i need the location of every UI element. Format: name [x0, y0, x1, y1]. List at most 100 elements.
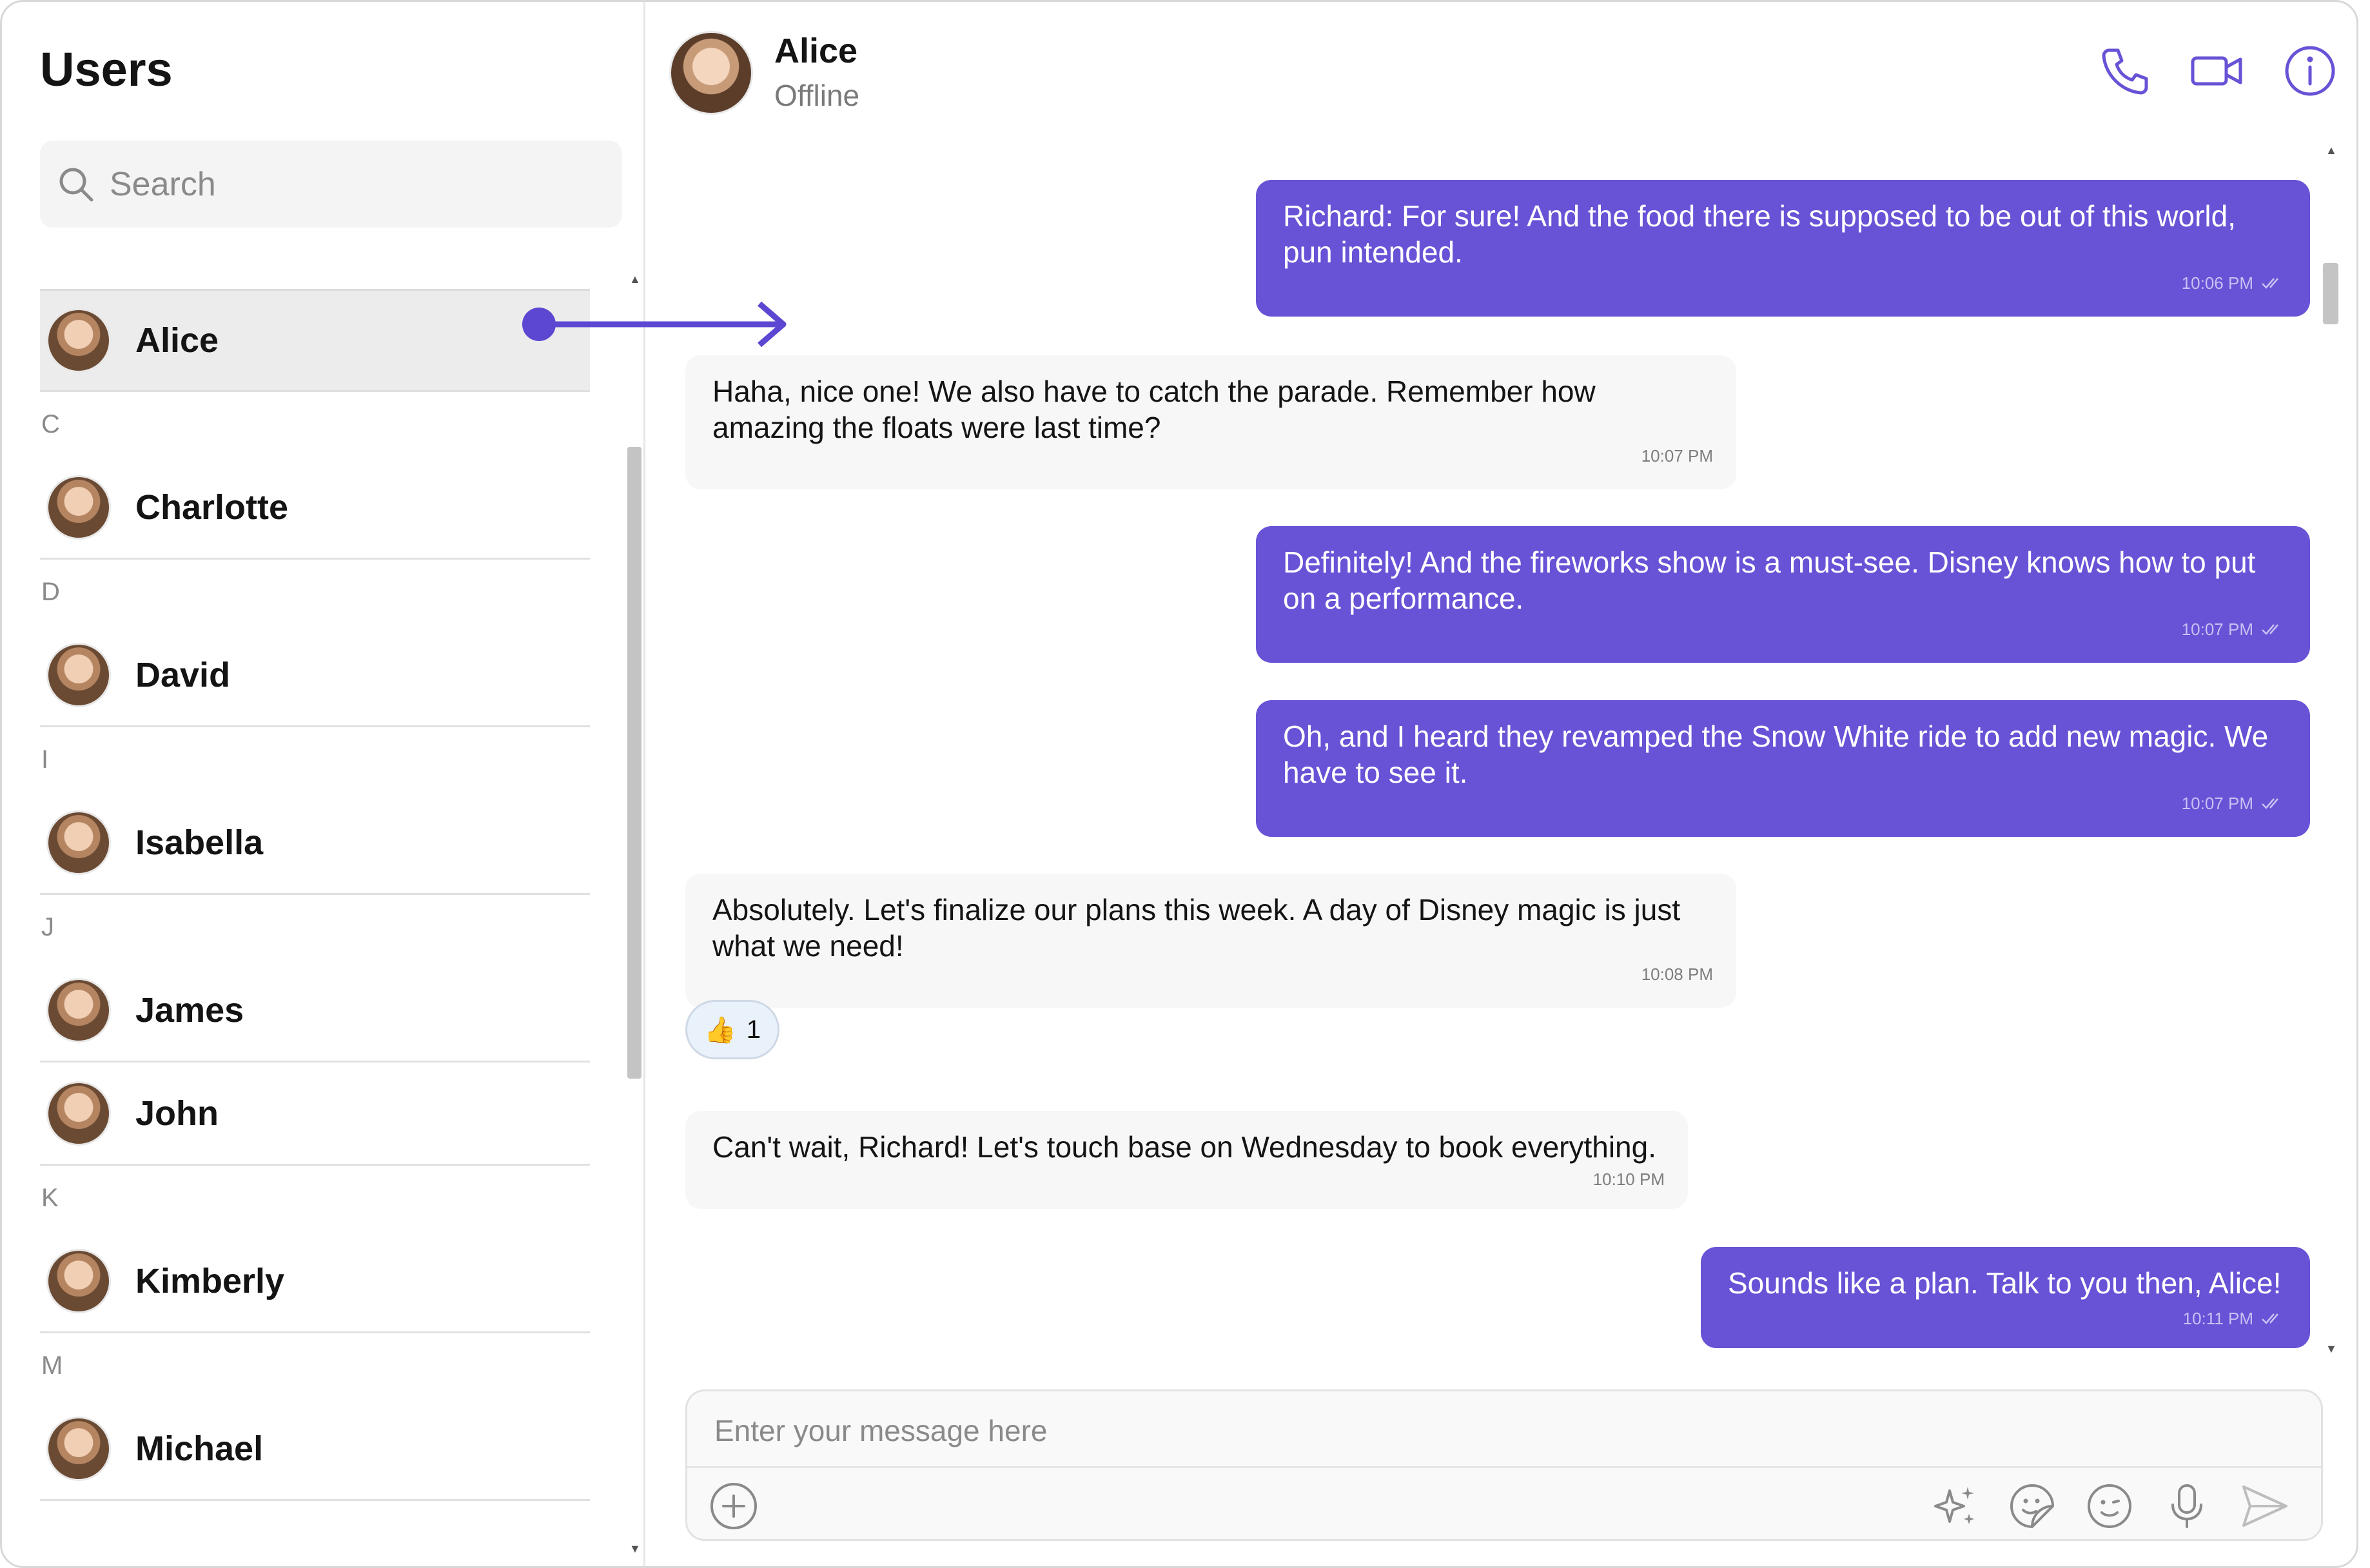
scroll-down-icon[interactable]: ▼ — [2326, 1342, 2337, 1356]
user-item-james[interactable]: James — [40, 959, 590, 1063]
emoji-button[interactable] — [2085, 1482, 2134, 1531]
voice-call-button[interactable] — [2097, 44, 2151, 98]
user-name: Charlotte — [135, 487, 289, 527]
user-item-david[interactable]: David — [40, 624, 590, 727]
reaction-count: 1 — [746, 1015, 761, 1044]
avatar — [46, 1416, 111, 1481]
message-bubble-outgoing[interactable]: Sounds like a plan. Talk to you then, Al… — [1701, 1247, 2310, 1348]
user-item-kimberly[interactable]: Kimberly — [40, 1230, 590, 1333]
message-composer — [685, 1389, 2323, 1541]
users-sidebar: Users Alice C Charlotte D David — [2, 2, 645, 1566]
send-icon — [2242, 1485, 2287, 1527]
message-time: 10:08 PM — [1641, 965, 1713, 984]
phone-icon — [2102, 48, 2148, 95]
section-letter: I — [41, 745, 49, 774]
user-item-alice[interactable]: Alice — [40, 289, 590, 392]
message-text: Sounds like a plan. Talk to you then, Al… — [1728, 1266, 2282, 1300]
user-item-isabella[interactable]: Isabella — [40, 792, 590, 895]
message-text: Definitely! And the fireworks show is a … — [1283, 545, 2256, 615]
avatar — [46, 977, 111, 1043]
sidebar-scrollbar[interactable]: ▲ ▼ — [627, 273, 641, 1556]
add-icon[interactable] — [708, 1480, 759, 1532]
info-icon — [2285, 46, 2335, 96]
avatar — [46, 308, 111, 373]
scroll-down-icon[interactable]: ▼ — [629, 1542, 641, 1556]
read-receipt-icon — [2262, 798, 2278, 809]
search-input[interactable] — [108, 164, 601, 204]
message-time: 10:06 PM — [2181, 273, 2253, 293]
user-name: John — [135, 1093, 219, 1133]
user-item-michael[interactable]: Michael — [40, 1398, 590, 1501]
composer-divider — [687, 1466, 2321, 1468]
message-meta: 10:06 PM — [2182, 265, 2287, 301]
avatar — [46, 1248, 111, 1313]
ai-sparkle-icon — [1934, 1487, 1974, 1524]
avatar[interactable] — [669, 31, 753, 115]
message-bubble-incoming[interactable]: Can't wait, Richard! Let's touch base on… — [685, 1111, 1688, 1209]
message-bubble-outgoing[interactable]: Oh, and I heard they revamped the Snow W… — [1256, 700, 2310, 837]
scroll-up-icon[interactable]: ▲ — [2326, 144, 2337, 157]
message-bubble-outgoing[interactable]: Definitely! And the fireworks show is a … — [1256, 526, 2310, 663]
section-letter: J — [41, 912, 54, 941]
message-meta: 10:07 PM — [2182, 611, 2287, 647]
scrollbar-thumb[interactable] — [627, 447, 641, 1079]
ai-assist-button[interactable] — [1930, 1482, 1979, 1531]
video-icon — [2191, 56, 2242, 86]
section-letter: D — [41, 577, 60, 606]
user-name: Isabella — [135, 823, 264, 862]
search-icon — [59, 168, 93, 201]
section-letter: M — [41, 1351, 63, 1380]
video-call-button[interactable] — [2190, 44, 2244, 98]
message-time: 10:07 PM — [2181, 620, 2253, 639]
send-button[interactable] — [2240, 1482, 2289, 1531]
message-text: Can't wait, Richard! Let's touch base on… — [712, 1130, 1657, 1164]
message-meta: 10:07 PM — [2182, 785, 2287, 821]
header-actions — [2097, 44, 2337, 98]
message-meta: 10:11 PM — [2183, 1300, 2287, 1337]
avatar — [46, 475, 111, 540]
microphone-icon — [2171, 1484, 2202, 1528]
message-time: 10:10 PM — [1592, 1170, 1665, 1189]
voice-message-button[interactable] — [2162, 1482, 2211, 1531]
message-bubble-incoming[interactable]: Absolutely. Let's finalize our plans thi… — [685, 874, 1736, 1008]
contact-name: Alice — [774, 32, 858, 70]
sticker-icon — [2010, 1484, 2054, 1528]
contact-status: Offline — [774, 79, 860, 112]
read-receipt-icon — [2262, 624, 2278, 635]
message-text: Oh, and I heard they revamped the Snow W… — [1283, 720, 2269, 789]
avatar — [46, 642, 111, 707]
message-list: Richard: For sure! And the food there is… — [685, 144, 2310, 1356]
user-item-charlotte[interactable]: Charlotte — [40, 456, 590, 560]
composer-tools — [1930, 1482, 2289, 1531]
message-time: 10:07 PM — [1641, 446, 1713, 466]
thumbs-up-icon: 👍 — [703, 1015, 736, 1044]
message-text: Haha, nice one! We also have to catch th… — [712, 375, 1596, 444]
message-meta: 10:07 PM — [1641, 438, 1713, 474]
search-box[interactable] — [40, 141, 622, 228]
message-input[interactable] — [713, 1404, 2263, 1457]
scrollbar-thumb[interactable] — [2323, 263, 2338, 324]
user-name: David — [135, 655, 231, 694]
avatar — [46, 810, 111, 875]
sticker-button[interactable] — [2008, 1482, 2057, 1531]
read-receipt-icon — [2262, 1313, 2278, 1324]
chat-header: Alice Offline — [647, 2, 2356, 131]
user-name: Kimberly — [135, 1261, 285, 1300]
section-letter: C — [41, 409, 60, 438]
chat-scrollbar[interactable]: ▲ ▼ — [2323, 144, 2338, 1356]
scroll-up-icon[interactable]: ▲ — [629, 273, 641, 286]
emoji-icon — [2088, 1484, 2131, 1528]
message-time: 10:11 PM — [2182, 1309, 2253, 1328]
app-window: Users Alice C Charlotte D David — [0, 0, 2358, 1568]
message-bubble-outgoing[interactable]: Richard: For sure! And the food there is… — [1256, 180, 2310, 317]
info-button[interactable] — [2283, 44, 2337, 98]
section-letter: K — [41, 1183, 59, 1212]
message-text: Absolutely. Let's finalize our plans thi… — [712, 893, 1681, 963]
user-name: Michael — [135, 1429, 264, 1468]
message-bubble-incoming[interactable]: Haha, nice one! We also have to catch th… — [685, 355, 1736, 489]
message-text: Richard: For sure! And the food there is… — [1283, 199, 2236, 269]
user-name: James — [135, 990, 244, 1030]
reaction-badge[interactable]: 👍 1 — [685, 1000, 779, 1059]
message-meta: 10:08 PM — [1641, 956, 1713, 992]
user-item-john[interactable]: John — [40, 1063, 590, 1166]
